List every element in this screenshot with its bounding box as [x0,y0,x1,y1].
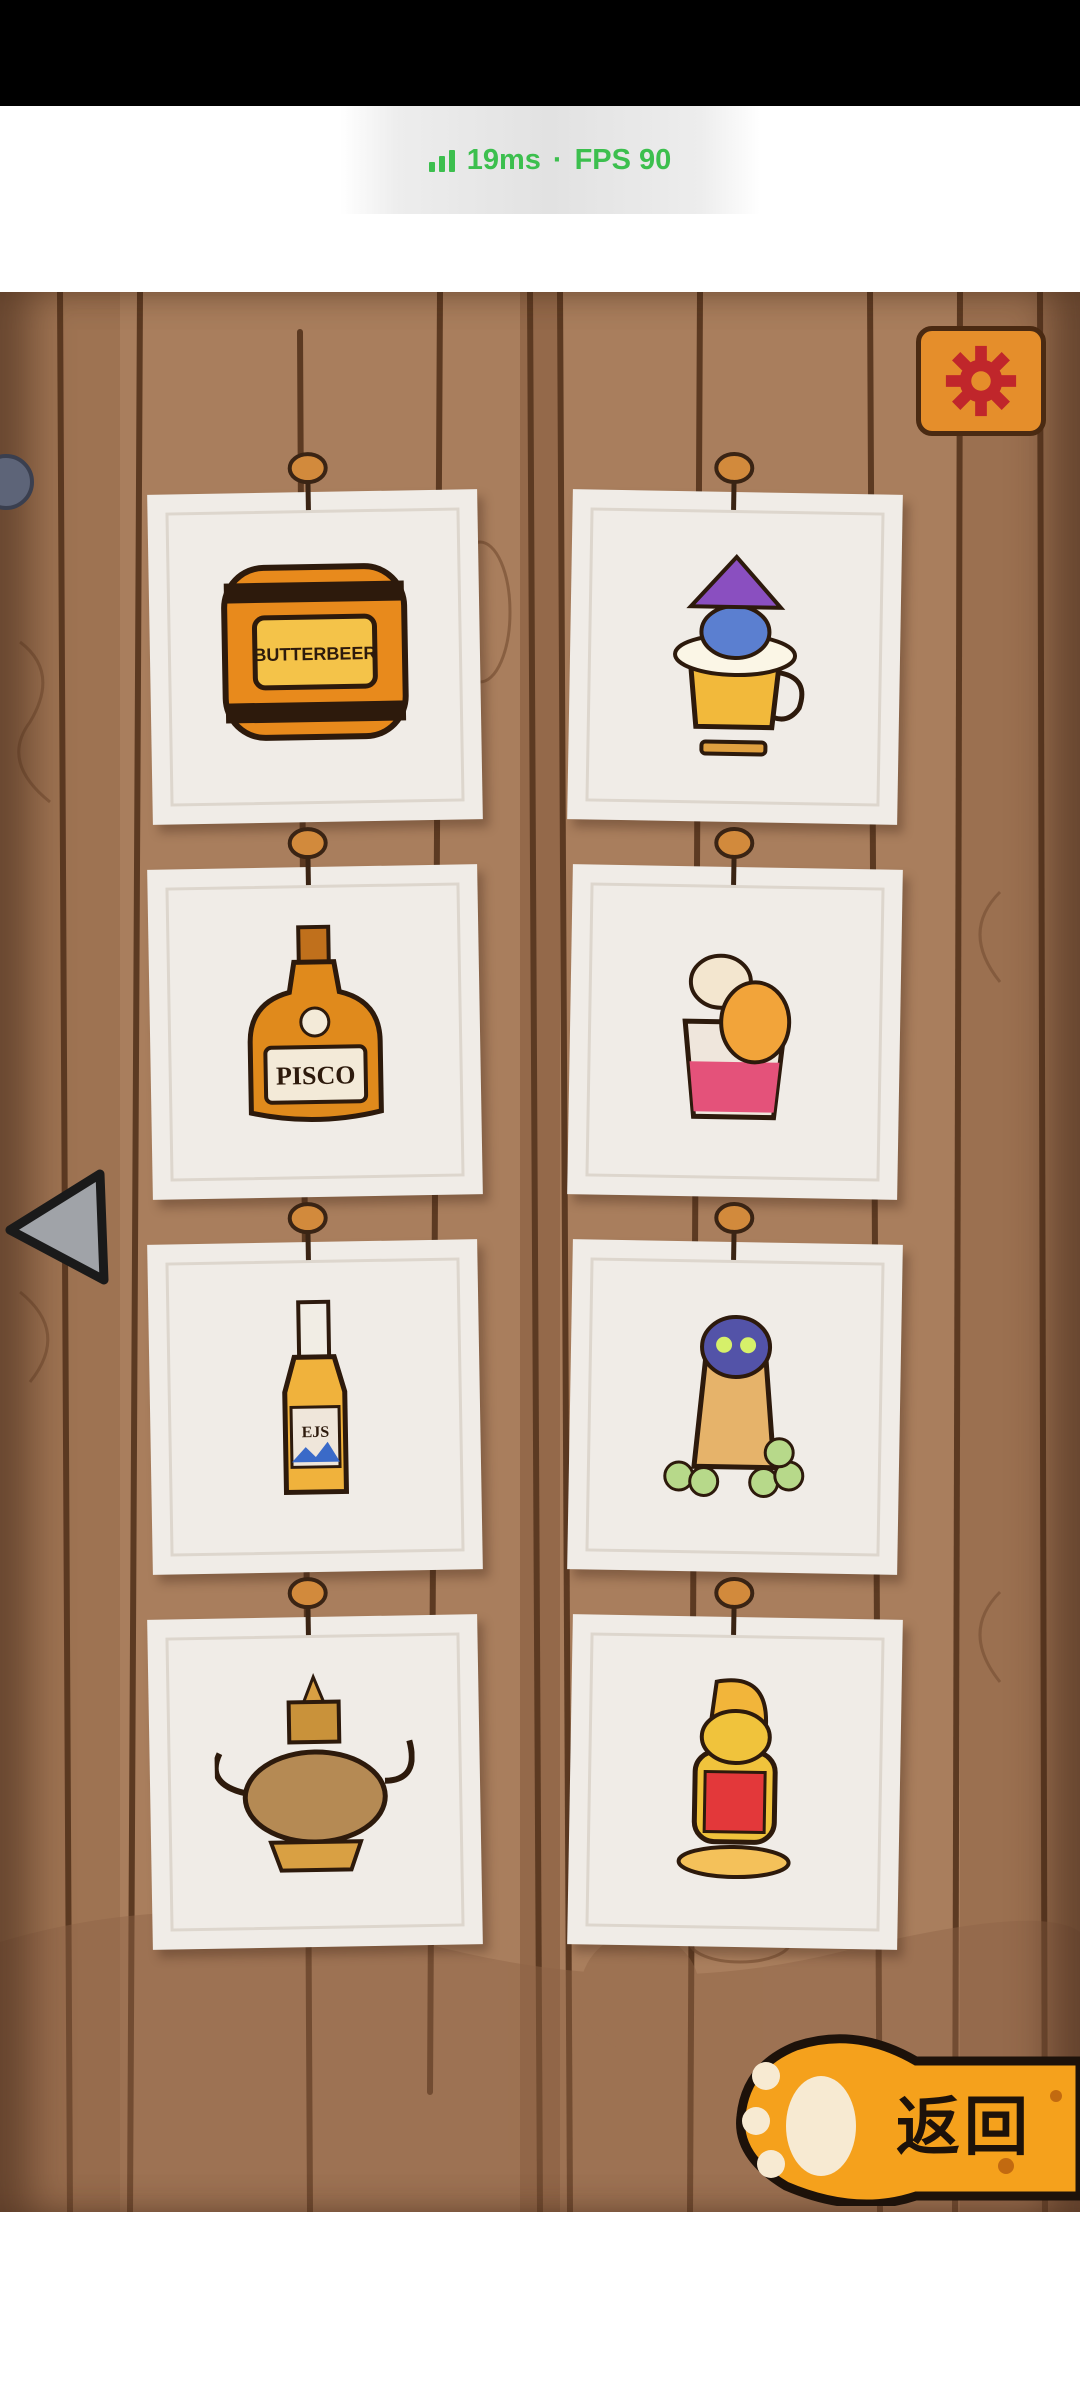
pin-icon [287,827,328,886]
gear-icon [945,345,1017,417]
item-card[interactable] [147,1577,483,1950]
game-screen: BUTTERBEER PISCO EJS 返回 [0,292,1080,2212]
fps-text: FPS 90 [574,143,672,176]
bottle-icon: EJS [282,1299,350,1496]
teapot-icon [213,1672,415,1873]
return-button[interactable]: 返回 [726,2016,1080,2209]
item-label: EJS [302,1424,330,1441]
glass-icon [663,1315,805,1499]
item-label: BUTTERBEER [253,643,376,665]
return-label: 返回 [896,2091,1032,2165]
separator: · [552,143,563,176]
cat-icon [676,1678,791,1880]
item-card[interactable] [567,1201,903,1575]
network-indicator: 19ms · FPS 90 [340,106,760,214]
status-bar [0,0,1080,106]
item-card[interactable] [567,1576,903,1950]
pin-icon [714,1576,755,1635]
glass-icon [682,953,792,1121]
pin-icon [287,452,328,511]
ping-text: 19ms [466,143,541,176]
item-card[interactable]: PISCO [147,827,483,1200]
back-arrow-button[interactable] [0,1162,120,1292]
barrel-icon: BUTTERBEER [221,563,409,741]
pin-icon [714,1201,755,1260]
pin-icon [287,1202,328,1261]
pin-icon [714,451,755,510]
item-card[interactable] [567,826,903,1200]
item-card[interactable]: BUTTERBEER [147,452,483,825]
item-card[interactable] [567,451,903,825]
bottle-icon: PISCO [247,924,384,1122]
item-card[interactable]: EJS [147,1202,483,1575]
beer-mug-icon [673,554,805,757]
pin-icon [714,826,755,885]
signal-icon [428,148,455,172]
settings-button[interactable] [916,326,1046,436]
item-label: PISCO [276,1060,356,1090]
pin-icon [287,1577,328,1636]
